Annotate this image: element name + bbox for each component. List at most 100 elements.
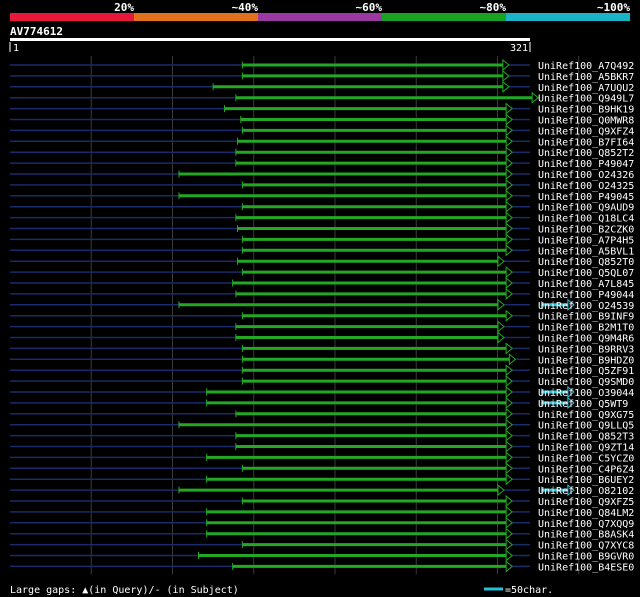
- hit-end-arrow: [505, 167, 513, 181]
- identity-color-bar: [10, 13, 630, 21]
- hit-end-arrow: [505, 276, 513, 290]
- hit-end-arrow: [505, 440, 513, 453]
- query-start-label: 1: [13, 43, 19, 54]
- hit-end-arrow: [505, 189, 513, 202]
- identity-scale-label: 20%: [114, 1, 134, 14]
- hit-end-arrow: [505, 211, 513, 224]
- hit-end-arrow: [497, 320, 505, 333]
- hit-end-arrow: [505, 527, 513, 540]
- hit-label[interactable]: UniRef100_P49044: [538, 290, 634, 301]
- hit-label[interactable]: UniRef100_A7L845: [538, 279, 634, 290]
- hit-label[interactable]: UniRef100_A7P4H5: [538, 235, 634, 246]
- query-id: AV774612: [10, 25, 63, 38]
- hit-label[interactable]: UniRef100_Q9LLQ5: [538, 421, 634, 432]
- hit-label[interactable]: UniRef100_C5YCZ0: [538, 453, 634, 464]
- hit-label[interactable]: UniRef100_B4ESE0: [538, 562, 634, 573]
- hit-label[interactable]: UniRef100_Q84LM2: [538, 508, 634, 519]
- hit-label[interactable]: UniRef100_B9HDZ0: [538, 355, 634, 366]
- hit-label[interactable]: UniRef100_P49045: [538, 192, 634, 203]
- identity-scale-labels: 20% ~40% ~60% ~80% ~100%: [114, 1, 630, 14]
- hit-end-arrow: [497, 255, 505, 268]
- hit-label[interactable]: UniRef100_Q9SMD0: [538, 377, 634, 388]
- hit-label[interactable]: UniRef100_Q9M4R6: [538, 334, 634, 345]
- hit-label[interactable]: UniRef100_Q9XG75: [538, 410, 634, 421]
- hit-label[interactable]: UniRef100_Q852T3: [538, 432, 634, 443]
- hit-end-arrow: [505, 560, 513, 573]
- identity-bar-segment: [382, 13, 506, 21]
- hit-end-arrow: [505, 396, 513, 409]
- hit-end-arrow: [497, 331, 505, 344]
- hit-end-arrow: [505, 266, 513, 279]
- gap-scale-label: =50char.: [505, 585, 553, 596]
- identity-scale-label: ~40%: [232, 1, 259, 14]
- query-length-bar: [10, 38, 530, 41]
- hit-label[interactable]: UniRef100_O39044: [538, 388, 634, 399]
- hit-end-arrow: [505, 538, 513, 551]
- hit-end-arrow: [505, 494, 513, 508]
- hit-label[interactable]: UniRef100_A5BVL1: [538, 246, 634, 257]
- hit-label[interactable]: UniRef100_A7UQU2: [538, 83, 634, 94]
- hit-label[interactable]: UniRef100_O24326: [538, 170, 634, 181]
- query-end-label: 321: [510, 43, 528, 54]
- hit-end-arrow: [505, 113, 513, 126]
- identity-bar-segment: [506, 13, 630, 21]
- hit-end-arrow: [505, 157, 513, 170]
- hit-label[interactable]: UniRef100_Q18LC4: [538, 214, 634, 225]
- hit-end-arrow: [505, 222, 513, 235]
- hit-label[interactable]: UniRef100_O24325: [538, 181, 634, 192]
- hit-label[interactable]: UniRef100_A5BKR7: [538, 72, 634, 83]
- hit-label[interactable]: UniRef100_B9GVR0: [538, 552, 634, 563]
- identity-bar-segment: [134, 13, 258, 21]
- hit-end-arrow: [497, 298, 505, 311]
- hit-end-arrow: [505, 124, 513, 137]
- hit-end-arrow: [505, 451, 513, 464]
- hit-label[interactable]: UniRef100_C4P6Z4: [538, 464, 634, 475]
- hit-label[interactable]: UniRef100_B6UEY2: [538, 475, 634, 486]
- hit-label[interactable]: UniRef100_P49047: [538, 159, 634, 170]
- hit-label[interactable]: UniRef100_Q852T2: [538, 148, 634, 159]
- hit-label[interactable]: UniRef100_Q7XYC8: [538, 541, 634, 552]
- hit-end-arrow: [497, 484, 505, 497]
- hit-label[interactable]: UniRef100_A7Q492: [538, 61, 634, 72]
- hit-label[interactable]: UniRef100_Q5WT9: [538, 399, 628, 410]
- hit-label[interactable]: UniRef100_Q9ZT14: [538, 443, 634, 454]
- hit-label[interactable]: UniRef100_B2CZK0: [538, 225, 634, 236]
- hit-label[interactable]: UniRef100_O24539: [538, 301, 634, 312]
- hit-end-arrow: [505, 462, 513, 475]
- hit-end-arrow: [502, 58, 510, 72]
- alignment-overview-chart: 20% ~40% ~60% ~80% ~100% AV774612 1 321 UniR…: [9, 1, 634, 596]
- hit-label[interactable]: UniRef100_B2M1T0: [538, 323, 634, 334]
- hit-end-arrow: [505, 429, 513, 442]
- hit-label[interactable]: UniRef100_Q852T0: [538, 257, 634, 268]
- hit-label[interactable]: UniRef100_Q0MWR8: [538, 116, 634, 127]
- hit-label[interactable]: UniRef100_Q5ZF91: [538, 366, 634, 377]
- hit-label[interactable]: UniRef100_Q949L7: [538, 94, 634, 105]
- hit-label[interactable]: UniRef100_B9RRV3: [538, 344, 634, 355]
- hit-label[interactable]: UniRef100_Q7XQQ9: [538, 519, 634, 530]
- hit-end-arrow: [505, 135, 513, 148]
- hit-rows: UniRef100_A7Q492UniRef100_A5BKR7UniRef10…: [10, 58, 634, 573]
- hit-label[interactable]: UniRef100_Q9AUD9: [538, 203, 634, 214]
- large-gaps-legend: Large gaps: ▲(in Query)/- (in Subject): [10, 585, 239, 596]
- identity-bar-segment: [258, 13, 382, 21]
- hit-label[interactable]: UniRef100_B8ASK4: [538, 530, 634, 541]
- hit-end-arrow: [502, 80, 510, 93]
- hit-label[interactable]: UniRef100_Q5QL07: [538, 268, 634, 279]
- hit-label[interactable]: UniRef100_Q9XFZ4: [538, 126, 634, 137]
- hit-end-arrow: [505, 200, 513, 213]
- hit-end-arrow: [505, 244, 513, 257]
- identity-scale-label: ~80%: [480, 1, 507, 14]
- hit-label[interactable]: UniRef100_O82102: [538, 486, 634, 497]
- hit-end-arrow: [505, 505, 513, 518]
- identity-bar-segment: [10, 13, 134, 21]
- hit-label[interactable]: UniRef100_B9INF9: [538, 312, 634, 323]
- hit-end-arrow: [505, 549, 513, 562]
- hit-label[interactable]: UniRef100_Q9XFZ5: [538, 497, 634, 508]
- hit-end-arrow: [505, 418, 513, 431]
- hit-end-arrow: [505, 407, 513, 420]
- hit-end-arrow: [505, 309, 513, 322]
- hit-label[interactable]: UniRef100_B7FI64: [538, 137, 634, 148]
- hit-end-arrow: [505, 375, 513, 388]
- hit-label[interactable]: UniRef100_B9HK19: [538, 105, 634, 116]
- hit-end-arrow: [505, 385, 513, 399]
